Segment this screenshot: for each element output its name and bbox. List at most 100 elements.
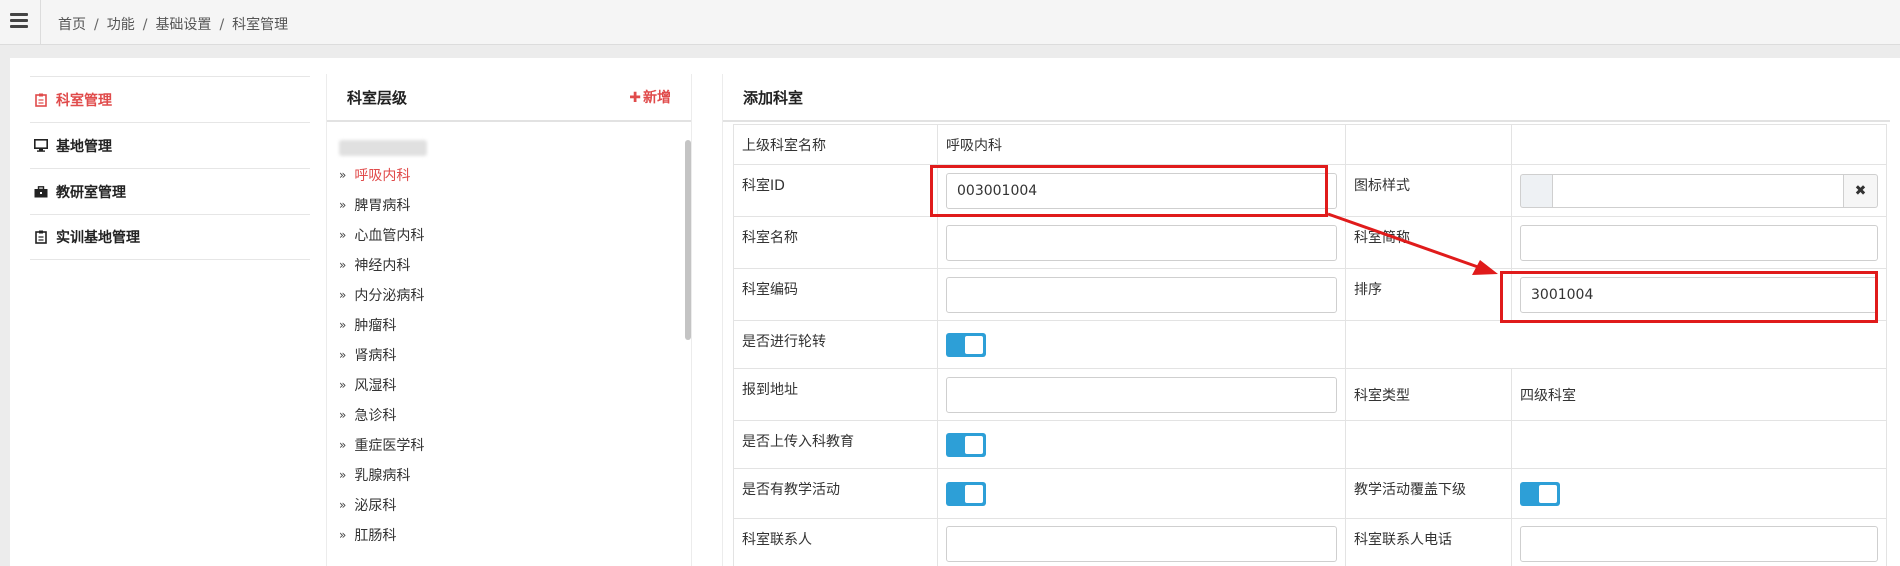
clear-icon[interactable]: ✖: [1844, 173, 1878, 208]
toggle-knob: [965, 484, 983, 503]
tree-item[interactable]: » 泌尿科: [339, 490, 424, 520]
briefcase-icon: [34, 185, 48, 199]
sort-label: 排序: [1345, 268, 1512, 321]
sort-input[interactable]: [1520, 276, 1878, 313]
plus-icon: ✚: [629, 90, 641, 106]
double-chevron-icon: »: [339, 438, 347, 452]
tree-item[interactable]: » 重症医学科: [339, 430, 424, 460]
topbar-divider: [40, 0, 41, 45]
breadcrumb-home[interactable]: 首页: [58, 17, 86, 33]
add-dept-form-panel: 添加科室 上级科室名称 呼吸内科 科室ID 图标样式 ✖: [722, 74, 1890, 566]
menu-item-label: 教研室管理: [56, 184, 126, 201]
tree-list: » 呼吸内科 » 脾胃病科 » 心血管内科 » 神经内科 » 内分泌病科 » 肿瘤科 » 肾病…: [339, 160, 424, 550]
toggle-knob: [1539, 484, 1557, 503]
teaching-label: 是否有教学活动: [733, 468, 938, 519]
double-chevron-icon: »: [339, 378, 347, 392]
icon-style-cell: ✖: [1511, 164, 1887, 217]
contact-phone-label: 科室联系人电话: [1345, 518, 1512, 566]
icon-style-input[interactable]: [1552, 173, 1845, 208]
contact-input[interactable]: [946, 525, 1337, 562]
tree-item[interactable]: » 神经内科: [339, 250, 424, 280]
dept-name-input[interactable]: [946, 224, 1337, 261]
tree-scrollbar[interactable]: [685, 140, 691, 340]
address-input[interactable]: [946, 376, 1337, 413]
icon-style-preview: [1520, 173, 1553, 208]
tree-item[interactable]: » 内分泌病科: [339, 280, 424, 310]
icon-style-label: 图标样式: [1345, 164, 1512, 217]
tree-item[interactable]: » 急诊科: [339, 400, 424, 430]
dept-code-input[interactable]: [946, 276, 1337, 313]
tree-body: » 呼吸内科 » 脾胃病科 » 心血管内科 » 神经内科 » 内分泌病科 » 肿瘤科 » 肾病…: [327, 124, 693, 566]
double-chevron-icon: »: [339, 468, 347, 482]
tree-item[interactable]: » 肿瘤科: [339, 310, 424, 340]
teaching-cover-label: 教学活动覆盖下级: [1345, 468, 1512, 519]
left-menu: 科室管理 基地管理 教研室管理 实训基地管理: [30, 76, 310, 260]
dept-type-value: 四级科室: [1511, 368, 1887, 421]
tree-item[interactable]: » 肾病科: [339, 340, 424, 370]
double-chevron-icon: »: [339, 408, 347, 422]
tree-item[interactable]: » 风湿科: [339, 370, 424, 400]
menu-item-base-management[interactable]: 基地管理: [30, 122, 310, 168]
tree-panel-title: 科室层级: [347, 88, 408, 107]
double-chevron-icon: »: [339, 288, 347, 302]
top-bar: 首页 / 功能 / 基础设置 / 科室管理: [0, 0, 1900, 45]
address-cell: [937, 368, 1346, 421]
menu-item-training-base-management[interactable]: 实训基地管理: [30, 214, 310, 260]
short-name-cell: [1511, 216, 1887, 269]
double-chevron-icon: »: [339, 228, 347, 242]
rotation-cell: [937, 320, 1346, 369]
upload-label: 是否上传入科教育: [733, 420, 938, 469]
tree-item[interactable]: » 脾胃病科: [339, 190, 424, 220]
short-name-input[interactable]: [1520, 224, 1878, 261]
tree-panel-header: 科室层级 ✚ 新增: [327, 74, 691, 122]
sort-cell: [1511, 268, 1887, 321]
menu-item-label: 科室管理: [56, 92, 112, 109]
double-chevron-icon: »: [339, 168, 347, 182]
tree-item[interactable]: » 心血管内科: [339, 220, 424, 250]
rotation-toggle[interactable]: [946, 332, 986, 357]
contact-phone-cell: [1511, 518, 1887, 566]
teaching-cover-cell: [1511, 468, 1887, 519]
toggle-knob: [965, 335, 983, 354]
empty-cell: [1511, 420, 1887, 469]
tree-root-blurred[interactable]: [339, 140, 427, 156]
dept-name-label: 科室名称: [733, 216, 938, 269]
tree-item[interactable]: » 呼吸内科: [339, 160, 424, 190]
tree-item[interactable]: » 肛肠科: [339, 520, 424, 550]
contact-phone-input[interactable]: [1520, 525, 1878, 562]
parent-dept-value: 呼吸内科: [937, 124, 1346, 165]
double-chevron-icon: »: [339, 198, 347, 212]
clipboard-icon: [34, 93, 48, 107]
empty-cell: [1345, 124, 1512, 165]
breadcrumb: 首页 / 功能 / 基础设置 / 科室管理: [58, 17, 289, 33]
dept-type-label: 科室类型: [1345, 368, 1512, 421]
dept-id-input[interactable]: [946, 172, 1337, 209]
form-panel-header: 添加科室: [723, 74, 1890, 122]
dept-code-label: 科室编码: [733, 268, 938, 321]
tree-item[interactable]: » 乳腺病科: [339, 460, 424, 490]
menu-item-label: 实训基地管理: [56, 230, 140, 246]
rotation-label: 是否进行轮转: [733, 320, 938, 369]
monitor-icon: [34, 139, 48, 153]
upload-cell: [937, 420, 1346, 469]
hamburger-menu-icon[interactable]: [10, 13, 28, 29]
teaching-cover-toggle[interactable]: [1520, 481, 1560, 506]
add-dept-button[interactable]: ✚ 新增: [629, 87, 671, 107]
add-dept-form-table: 上级科室名称 呼吸内科 科室ID 图标样式 ✖ 科室名称: [733, 124, 1887, 566]
upload-toggle[interactable]: [946, 432, 986, 457]
breadcrumb-function[interactable]: 功能: [107, 17, 135, 33]
teaching-toggle[interactable]: [946, 481, 986, 506]
clipboard-icon: [34, 230, 48, 244]
menu-item-dept-management[interactable]: 科室管理: [30, 76, 310, 122]
address-label: 报到地址: [733, 368, 938, 421]
form-panel-title: 添加科室: [743, 88, 804, 107]
double-chevron-icon: »: [339, 258, 347, 272]
breadcrumb-basic-settings[interactable]: 基础设置: [155, 17, 211, 33]
dept-id-cell: [937, 164, 1346, 217]
dept-tree-panel: 科室层级 ✚ 新增 » 呼吸内科 » 脾胃病科 » 心血管内科 » 神经内科 » 内分泌病科…: [326, 74, 692, 566]
toggle-knob: [965, 435, 983, 454]
menu-item-teaching-room-management[interactable]: 教研室管理: [30, 168, 310, 214]
breadcrumb-current: 科室管理: [232, 17, 289, 33]
empty-cell: [1345, 320, 1887, 369]
dept-code-cell: [937, 268, 1346, 321]
